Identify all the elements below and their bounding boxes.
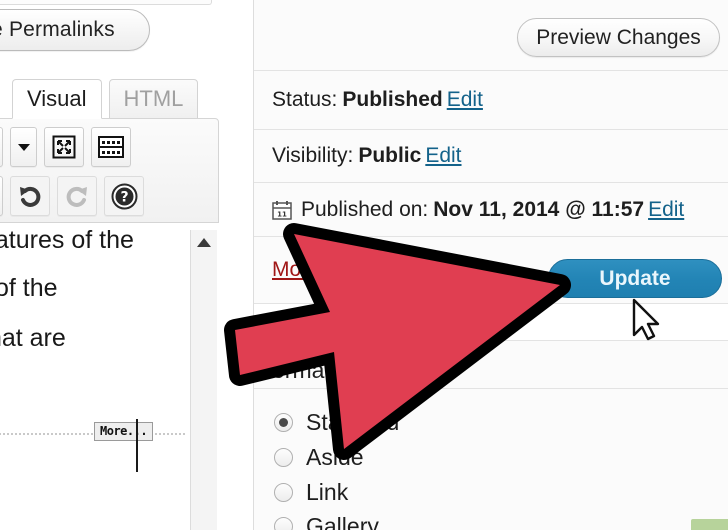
status-label: Status: [272, 88, 338, 111]
spellcheck-abc-icon-button[interactable]: ABC [0, 127, 3, 167]
radio-gallery[interactable] [274, 517, 293, 530]
format-option-standard-label: Standard [306, 409, 400, 435]
format-panel-divider [254, 388, 728, 389]
screenshot-root: ge Permalinks Visual HTML ABC [0, 0, 728, 530]
published-on-edit-link[interactable]: Edit [648, 198, 684, 222]
help-icon: ? [111, 183, 137, 209]
visibility-label: Visibility: [272, 144, 354, 167]
format-option-aside-label: Aside [306, 444, 364, 470]
visibility-row: Visibility: Public Edit [254, 129, 728, 182]
tab-visual[interactable]: Visual [12, 79, 102, 119]
toolbar-row-bottom: ? [0, 176, 144, 216]
kitchen-sink-button[interactable] [91, 127, 131, 167]
radio-standard[interactable] [274, 413, 293, 432]
published-on-label: Published on: [301, 197, 429, 221]
visibility-edit-link[interactable]: Edit [425, 144, 461, 168]
redo-button[interactable] [57, 176, 97, 216]
content-line-3: that are [0, 324, 66, 352]
change-permalinks-button[interactable]: ge Permalinks [0, 9, 150, 51]
content-line-2: of the [0, 274, 58, 302]
format-option-standard[interactable]: Standard [274, 409, 399, 436]
kitchen-sink-icon [98, 136, 124, 158]
calendar-icon: 11 [272, 200, 292, 220]
format-panel-title: ormat [272, 357, 331, 383]
format-option-aside[interactable]: Aside [274, 444, 364, 471]
content-line-1: eatures of the [0, 226, 134, 254]
toolbar-row-top: ABC [0, 127, 131, 167]
format-option-link[interactable]: Link [274, 479, 348, 506]
fullscreen-icon [52, 135, 76, 159]
undo-button[interactable] [10, 176, 50, 216]
publish-panel-column: Preview Changes Status: Published Edit V… [253, 0, 728, 530]
svg-text:?: ? [120, 189, 128, 205]
format-option-gallery[interactable]: Gallery [274, 513, 379, 530]
editor-top-strip [0, 0, 212, 5]
format-panel: ormat Standard Aside Link Gallery [254, 340, 728, 530]
editor-toolbar: ABC [0, 118, 219, 223]
help-button[interactable]: ? [104, 176, 144, 216]
more-tag-divider [0, 433, 185, 435]
more-tag-label: More... [94, 422, 154, 441]
status-value: Published [342, 88, 443, 111]
visibility-value: Public [358, 144, 422, 167]
scroll-up-arrow-icon[interactable] [197, 238, 211, 247]
redo-icon [66, 186, 87, 207]
outdent-button[interactable] [0, 176, 3, 216]
status-row: Status: Published Edit [254, 70, 728, 129]
chevron-down-icon [17, 144, 30, 151]
post-editor-column: ge Permalinks Visual HTML ABC [0, 0, 253, 530]
tab-html[interactable]: HTML [108, 79, 199, 119]
preview-changes-button[interactable]: Preview Changes [517, 18, 720, 57]
move-to-trash-link[interactable]: Move [272, 258, 323, 282]
published-on-row: 11 Published on: Nov 11, 2014 @ 11:57 Ed… [254, 182, 728, 236]
editor-scrollbar[interactable] [190, 230, 218, 530]
radio-aside[interactable] [274, 448, 293, 467]
panel-spacer [254, 304, 728, 340]
status-edit-link[interactable]: Edit [447, 88, 483, 112]
fullscreen-button[interactable] [44, 127, 84, 167]
editor-mode-tabs: Visual HTML [12, 79, 199, 119]
undo-icon [20, 186, 41, 207]
radio-link[interactable] [274, 483, 293, 502]
format-option-gallery-label: Gallery [306, 513, 379, 530]
format-option-link-label: Link [306, 479, 349, 505]
green-highlight-band [691, 519, 728, 530]
toolbar-dropdown-button[interactable] [10, 127, 37, 167]
text-caret [136, 419, 138, 472]
svg-text:11: 11 [277, 210, 287, 218]
published-on-value: Nov 11, 2014 @ 11:57 [433, 197, 645, 221]
editor-right-gutter [217, 0, 253, 530]
editor-content-area[interactable]: eatures of the of the that are More... [0, 221, 219, 530]
update-button[interactable]: Update [548, 259, 722, 298]
